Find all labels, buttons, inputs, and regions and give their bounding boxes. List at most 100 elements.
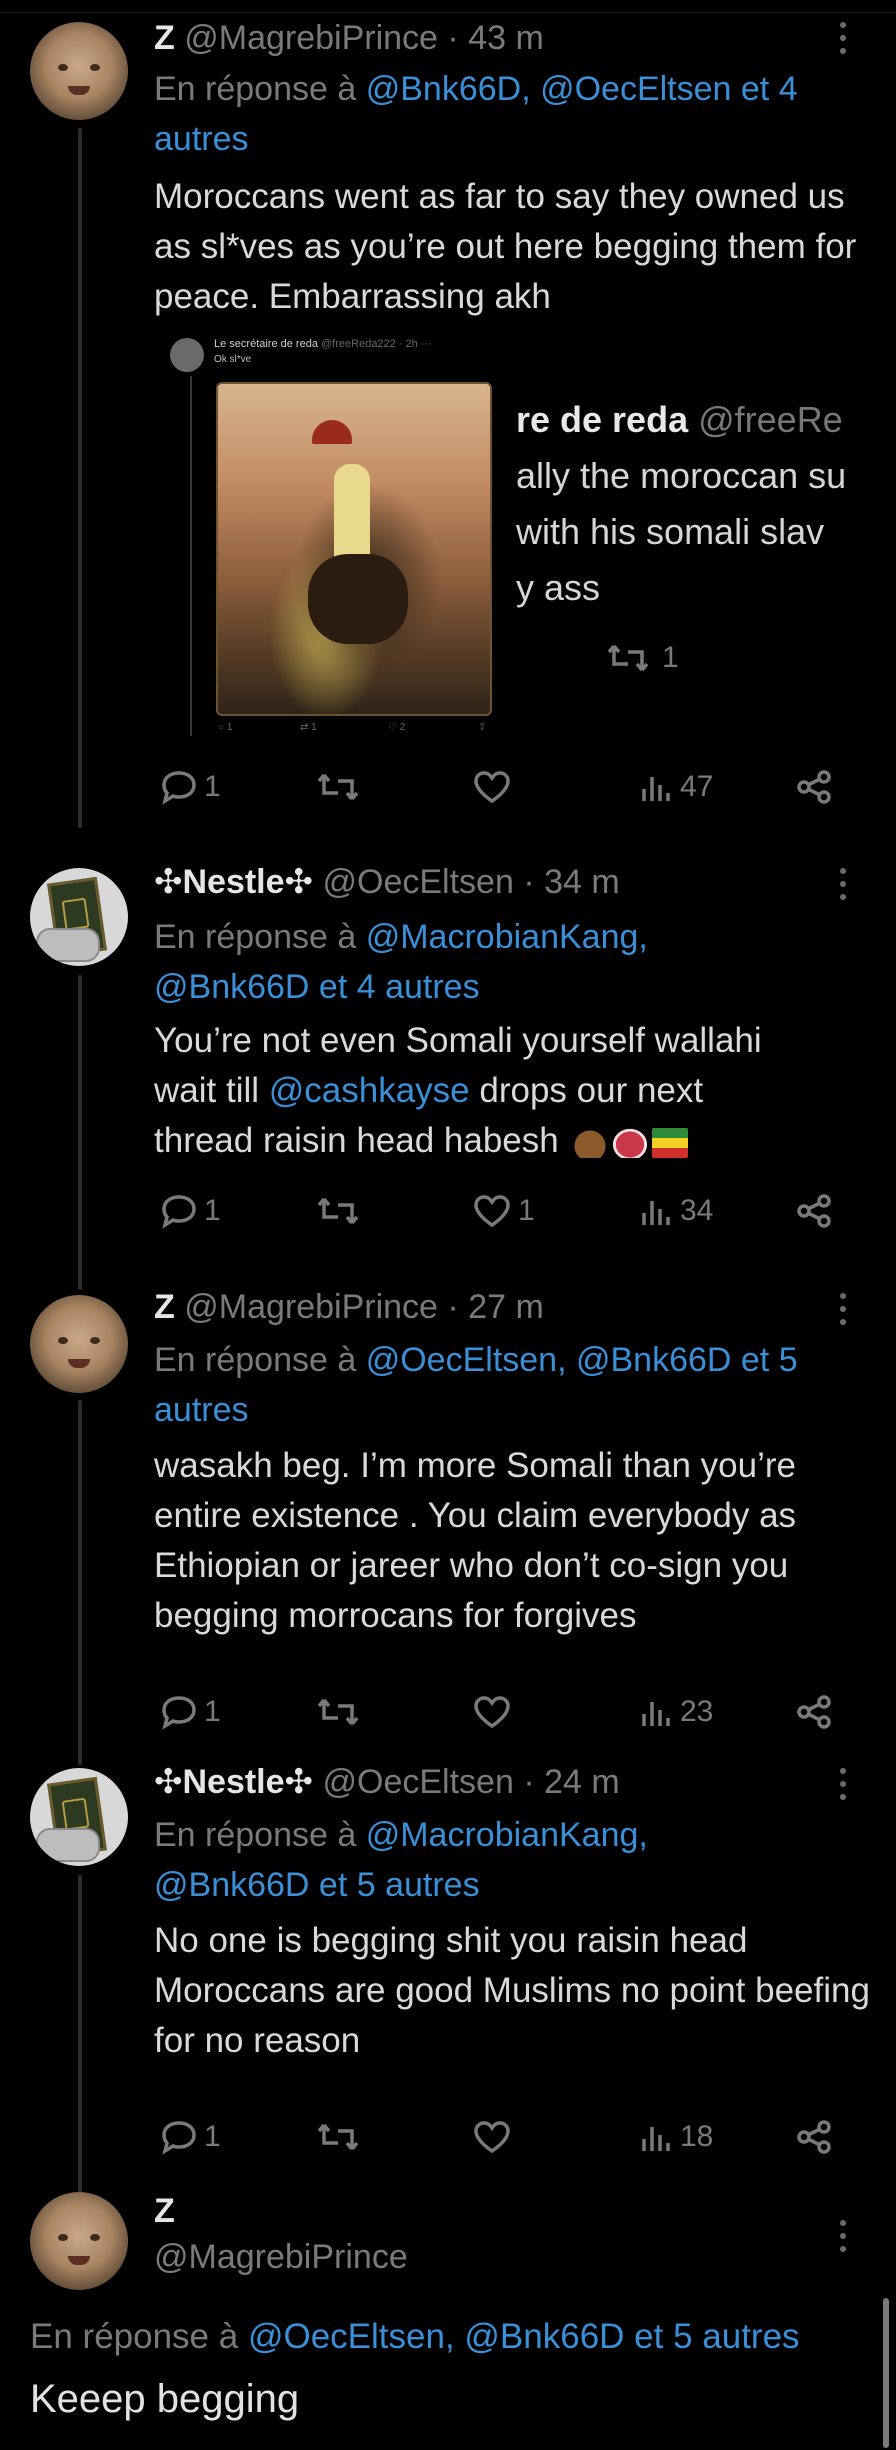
quoted-line: with his somali slav xyxy=(516,511,825,552)
reply-context: En réponse à @MacrobianKang, @Bnk66D et … xyxy=(154,1810,874,1910)
like-button[interactable] xyxy=(472,1687,512,1737)
retweet-icon xyxy=(317,773,359,801)
reply-mentions[interactable]: @MacrobianKang, xyxy=(366,918,648,956)
more-options-icon[interactable] xyxy=(840,1768,852,1807)
tweet[interactable]: ✣Nestle✣ @OecEltsen · 24 m En réponse à … xyxy=(0,1750,896,2155)
avatar[interactable] xyxy=(30,2192,128,2290)
more-options-icon[interactable] xyxy=(840,2220,852,2259)
views-icon xyxy=(642,1702,670,1726)
views-button[interactable]: 47 xyxy=(640,762,713,812)
views-icon xyxy=(642,1201,670,1225)
avatar[interactable] xyxy=(30,1768,128,1866)
tweet[interactable]: Z @MagrebiPrince · 27 m En réponse à @Oe… xyxy=(0,1275,896,1730)
share-button[interactable] xyxy=(794,1687,834,1737)
scrollbar[interactable] xyxy=(883,2298,889,2448)
reply-mentions[interactable]: @OecEltsen, @Bnk66D et 5 autres xyxy=(248,2317,800,2356)
tweet-actions: 1 23 xyxy=(154,1687,854,1737)
quoted-share-icon: ⇪ xyxy=(478,722,487,733)
share-icon xyxy=(797,2120,831,2154)
tweet-text-line: thread raisin head habesh xyxy=(154,1121,559,1160)
quoted-retweet-icon: ⇄ 1 xyxy=(300,722,317,733)
reply-mentions[interactable]: @Bnk66D et 5 autres xyxy=(154,1866,480,1904)
like-button[interactable] xyxy=(472,762,512,812)
share-icon xyxy=(797,1194,831,1228)
reply-button[interactable]: 1 xyxy=(160,1687,221,1737)
views-button[interactable]: 23 xyxy=(640,1687,713,1737)
reply-button[interactable]: 1 xyxy=(160,2112,221,2162)
quoted-line: ally the moroccan su xyxy=(516,455,847,496)
reply-prefix: En réponse à xyxy=(30,2317,239,2356)
quoted-author: Le secrétaire de reda @freeReda222 · 2h … xyxy=(214,338,432,350)
reply-prefix: En réponse à xyxy=(154,70,357,108)
quoted-image[interactable] xyxy=(216,382,492,716)
more-options-icon[interactable] xyxy=(840,868,852,907)
quoted-text: Ok sl*ve xyxy=(214,354,252,365)
reply-button[interactable]: 1 xyxy=(160,762,221,812)
tweet-actions: 1 1 34 xyxy=(154,1186,854,1236)
reply-icon xyxy=(162,1696,196,1730)
views-button[interactable]: 18 xyxy=(640,2112,713,2162)
tweet-text-line: wait till xyxy=(154,1071,269,1110)
avatar[interactable] xyxy=(30,868,128,966)
author-handle[interactable]: @MagrebiPrince xyxy=(184,1288,438,1326)
share-button[interactable] xyxy=(794,2112,834,2162)
like-button[interactable]: 1 xyxy=(472,1186,535,1236)
author-name[interactable]: ✣Nestle✣ xyxy=(154,1763,313,1801)
avatar[interactable] xyxy=(30,1295,128,1393)
reply-mentions[interactable]: @MacrobianKang, xyxy=(366,1816,648,1854)
heart-icon xyxy=(474,1696,510,1729)
reply-mentions[interactable]: @Bnk66D et 4 autres xyxy=(154,968,480,1006)
quoted-header-large: re de reda @freeRe xyxy=(516,392,843,448)
more-options-icon[interactable] xyxy=(840,22,852,61)
avatar[interactable] xyxy=(30,22,128,120)
retweet-icon xyxy=(317,1197,359,1225)
share-icon xyxy=(797,1695,831,1729)
retweet-button[interactable] xyxy=(316,1687,360,1737)
tweet-text-line: You’re not even Somali yourself wallahi xyxy=(154,1021,762,1060)
retweet-icon xyxy=(317,1698,359,1726)
retweet-button[interactable] xyxy=(316,762,360,812)
quoted-reply-icon: ○ 1 xyxy=(218,722,233,733)
share-button[interactable] xyxy=(794,762,834,812)
retweet-button[interactable] xyxy=(316,2112,360,2162)
author-name[interactable]: Z xyxy=(154,19,175,57)
author-handle[interactable]: @OecEltsen xyxy=(322,863,513,901)
quoted-tweet[interactable]: Le secrétaire de reda @freeReda222 · 2h … xyxy=(170,330,870,740)
like-button[interactable] xyxy=(472,2112,512,2162)
author-handle[interactable]: @OecEltsen xyxy=(322,1763,513,1801)
share-icon xyxy=(797,770,831,804)
ethiopia-flag-icon xyxy=(652,1127,689,1158)
quoted-author-name: Le secrétaire de reda xyxy=(214,338,318,350)
reply-prefix: En réponse à xyxy=(154,918,357,956)
reply-prefix: En réponse à xyxy=(154,1341,357,1379)
heart-icon xyxy=(474,1195,510,1228)
tweet-actions: 1 18 xyxy=(154,2112,854,2162)
tweet-text: wasakh beg. I’m more Somali than you’re … xyxy=(154,1446,797,1635)
tweet[interactable]: Z @MagrebiPrince · 43 m En réponse à @Bn… xyxy=(0,0,896,830)
retweet-icon xyxy=(317,2123,359,2151)
author-handle[interactable]: @MagrebiPrince xyxy=(154,2238,408,2277)
quoted-handle-large: @freeRe xyxy=(698,399,843,440)
more-options-icon[interactable] xyxy=(840,1293,852,1332)
views-icon xyxy=(642,777,670,801)
reply-icon xyxy=(162,1195,196,1229)
author-name[interactable]: Z xyxy=(154,2192,175,2231)
author-name[interactable]: ✣Nestle✣ xyxy=(154,863,313,901)
quoted-retweet-count: 1 xyxy=(606,640,679,676)
mention-link[interactable]: @cashkayse xyxy=(269,1071,470,1110)
tweet[interactable]: ✣Nestle✣ @OecEltsen · 34 m En réponse à … xyxy=(0,850,896,1270)
tweet-actions: 1 47 xyxy=(154,762,854,812)
heart-icon xyxy=(474,771,510,804)
tweet-text: Moroccans went as far to say they owned … xyxy=(154,177,857,316)
reply-button[interactable]: 1 xyxy=(160,1186,221,1236)
retweet-button[interactable] xyxy=(316,1186,360,1236)
share-button[interactable] xyxy=(794,1186,834,1236)
author-handle[interactable]: @MagrebiPrince xyxy=(184,19,438,57)
quoted-thread-line xyxy=(190,376,192,736)
author-name[interactable]: Z xyxy=(154,1288,175,1326)
quoted-author-handle: @freeReda222 · 2h xyxy=(321,338,418,350)
reply-context: En réponse à @OecEltsen, @Bnk66D et 5 au… xyxy=(154,1335,874,1435)
views-button[interactable]: 34 xyxy=(640,1186,713,1236)
reply-icon xyxy=(162,2121,196,2155)
quoted-line: y ass xyxy=(516,567,601,608)
